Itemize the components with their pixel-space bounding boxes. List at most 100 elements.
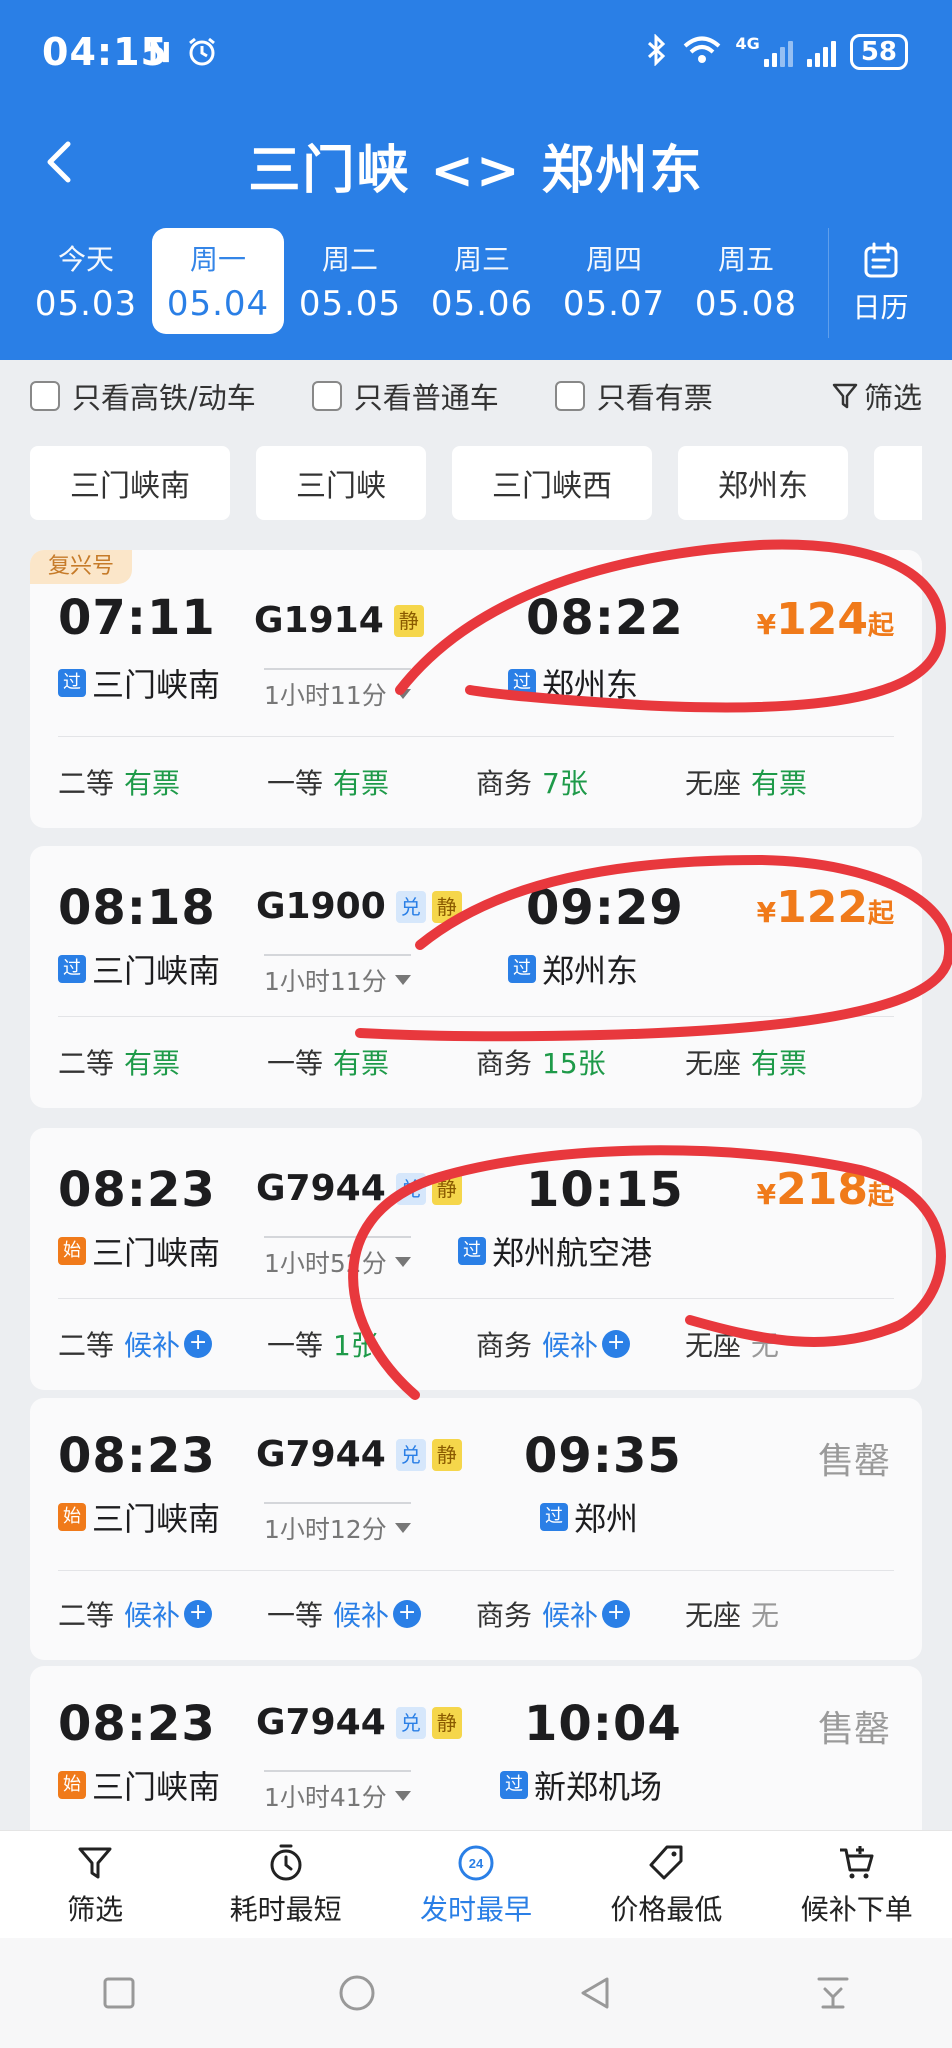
filter-button[interactable]: 筛选: [832, 375, 922, 417]
station-pill[interactable]: 三门峡: [256, 446, 426, 520]
gaotie-checkbox[interactable]: 只看高铁/动车: [30, 375, 256, 417]
toolbar-label: 发时最早: [419, 1892, 532, 1926]
seat-value: 7张: [542, 767, 588, 800]
quiet-badge: 静: [431, 1172, 462, 1205]
train-no-text: G7944: [256, 1168, 386, 1209]
checkbox-box: [30, 381, 60, 411]
station-tag: 过: [500, 1771, 528, 1799]
train-card-5[interactable]: 08:23 始三门峡南 G7944 兑 静 1小时41分 10:04 过新郑机场…: [30, 1666, 922, 1830]
sort-cheapest-button[interactable]: 价格最低: [576, 1831, 756, 1938]
duration-toggle[interactable]: 1小时11分: [264, 668, 411, 712]
duration-toggle[interactable]: 1小时12分: [264, 1502, 411, 1546]
date-tab-3[interactable]: 周三 05.06: [416, 228, 548, 334]
quiet-badge: 静: [431, 890, 462, 923]
seat-value: 无: [751, 1329, 780, 1362]
duration-toggle[interactable]: 1小时52分: [264, 1236, 411, 1280]
station-tag: 过: [508, 955, 536, 983]
arrival-time: 10:15: [526, 1162, 684, 1218]
duration-toggle[interactable]: 1小时41分: [264, 1770, 411, 1814]
sort-earliest-button[interactable]: 24 发时最早: [386, 1831, 566, 1938]
station-pill-more[interactable]: [874, 446, 922, 520]
collapse-down-icon[interactable]: [811, 1971, 855, 2015]
price-suffix: 起: [867, 1181, 894, 1211]
station-tag: 过: [508, 669, 536, 697]
train-number: G7944 兑 静: [256, 1434, 462, 1475]
price: ¥124 起: [757, 594, 894, 645]
network-type: 4G: [735, 34, 760, 53]
youpiao-checkbox[interactable]: 只看有票: [554, 375, 713, 417]
home-circle-icon[interactable]: [335, 1971, 379, 2015]
duration-text: 1小时12分: [264, 1515, 387, 1544]
seat-label: 二等: [58, 767, 115, 800]
recents-square-icon[interactable]: [97, 1971, 141, 2015]
station-pill[interactable]: 三门峡西: [452, 446, 652, 520]
train-card-2[interactable]: 08:18 过三门峡南 G1900 兑 静 1小时11分 09:29 过郑州东 …: [30, 846, 922, 1108]
date-tab-2[interactable]: 周二 05.05: [284, 228, 416, 334]
price-symbol: ¥: [756, 896, 777, 929]
train-number: G7944 兑 静: [256, 1702, 462, 1743]
date-tab-0[interactable]: 今天 05.03: [20, 228, 152, 334]
seat-second: 二等 有票: [58, 762, 267, 802]
train-number: G1900 兑 静: [256, 886, 462, 927]
train-card-4[interactable]: 08:23 始三门峡南 G7944 兑 静 1小时12分 09:35 过郑州 售…: [30, 1398, 922, 1660]
toolbar-label: 筛选: [67, 1892, 124, 1926]
calendar-button[interactable]: 日历: [828, 228, 932, 338]
duration-toggle[interactable]: 1小时11分: [264, 954, 411, 998]
station-name: 新郑机场: [534, 1768, 663, 1806]
redeem-badge: 兑: [395, 1172, 426, 1205]
price-value: 124: [776, 594, 868, 645]
soldout-label: 售罄: [817, 1709, 890, 1750]
fuxing-badge: 复兴号: [30, 550, 133, 584]
date-weekday: 周四: [585, 243, 642, 276]
train-card-3[interactable]: 08:23 始三门峡南 G7944 兑 静 1小时52分 10:15 过郑州航空…: [30, 1128, 922, 1390]
date-weekday: 今天: [57, 243, 114, 276]
sort-shortest-button[interactable]: 耗时最短: [196, 1831, 376, 1938]
station-tag: 过: [458, 1237, 486, 1265]
seat-value: 候补: [124, 1329, 181, 1362]
cart-plus-icon: [839, 1845, 874, 1878]
station-pill[interactable]: 三门峡南: [30, 446, 230, 520]
price-symbol: ¥: [756, 1178, 777, 1211]
seat-first[interactable]: 一等 候补 +: [267, 1594, 476, 1634]
nfc-icon: N: [148, 36, 172, 69]
seat-business[interactable]: 商务 候补 +: [476, 1324, 685, 1364]
status-bar: 04:15 N 4G 58: [0, 0, 952, 112]
duration-text: 1小时11分: [264, 967, 387, 996]
station-name: 三门峡南: [92, 1234, 221, 1272]
train-card-1[interactable]: 复兴号 07:11 过三门峡南 G1914 静 1小时11分 08:22 过郑州…: [30, 550, 922, 828]
battery-icon: 58: [849, 34, 908, 70]
price-value: 218: [776, 1164, 868, 1215]
back-triangle-icon[interactable]: [573, 1971, 617, 2015]
seat-business[interactable]: 商务 候补 +: [476, 1594, 685, 1634]
seat-label: 一等: [267, 1329, 324, 1362]
seat-value: 有票: [124, 767, 181, 800]
date-tab-5[interactable]: 周五 05.08: [680, 228, 812, 334]
arrival-time: 10:04: [524, 1696, 682, 1752]
toolbar-label: 价格最低: [610, 1892, 723, 1926]
checkbox-box: [554, 381, 585, 411]
seat-standing: 无座无: [685, 1594, 894, 1634]
toolbar-label: 候补下单: [800, 1892, 913, 1926]
date-tab-1[interactable]: 周一 05.04: [152, 228, 284, 334]
seat-second[interactable]: 二等 候补 +: [58, 1324, 267, 1364]
station-tag: 过: [540, 1503, 568, 1531]
station-tag: 始: [58, 1771, 86, 1799]
seat-label: 一等: [267, 1047, 324, 1080]
putong-checkbox[interactable]: 只看普通车: [311, 375, 499, 417]
seat-business: 商务 15张: [476, 1042, 685, 1082]
station-name: 郑州: [574, 1500, 639, 1538]
seat-second[interactable]: 二等 候补 +: [58, 1594, 267, 1634]
seat-label: 无座: [685, 1599, 742, 1632]
bluetooth-icon: [646, 33, 668, 70]
waitlist-order-button[interactable]: 候补下单: [767, 1831, 947, 1938]
station-name: 郑州航空港: [492, 1234, 653, 1272]
station-pill[interactable]: 郑州东: [678, 446, 848, 520]
divider: [58, 1298, 894, 1299]
date-tab-4[interactable]: 周四 05.07: [548, 228, 680, 334]
header: 04:15 N 4G 58 三门峡 <> 郑州东 今天 05.03 周一 05.04…: [0, 0, 952, 360]
arrival-station: 过新郑机场: [500, 1762, 662, 1808]
sort-filter-button[interactable]: 筛选: [5, 1831, 185, 1938]
quiet-badge: 静: [431, 1438, 462, 1471]
seat-label: 商务: [476, 1329, 533, 1362]
signal-icon-2: [806, 37, 836, 67]
